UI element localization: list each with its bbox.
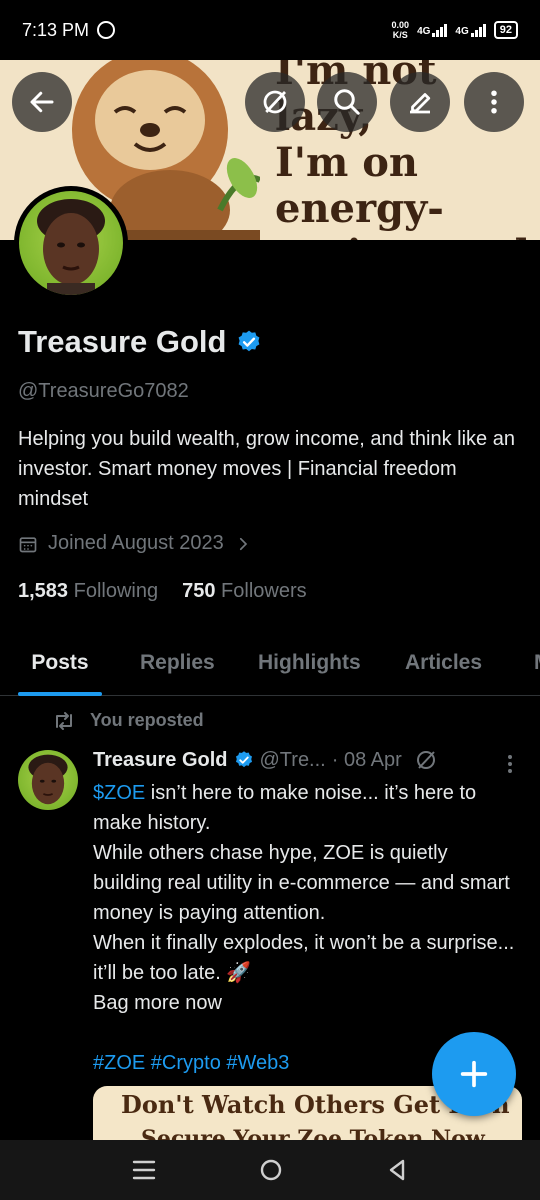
joined-row[interactable]: Joined August 2023 xyxy=(18,532,252,555)
tab-replies[interactable]: Replies xyxy=(140,636,215,696)
plus-icon xyxy=(460,1060,488,1088)
repost-indicator: You reposted xyxy=(52,710,204,731)
verified-badge-icon[interactable] xyxy=(236,329,262,355)
slogan-line: I'm on xyxy=(275,139,418,186)
grok-button[interactable] xyxy=(245,72,305,132)
tab-label: M xyxy=(534,651,540,674)
back-nav-icon[interactable] xyxy=(385,1157,409,1183)
following-count: 1,583 xyxy=(18,580,69,602)
grok-icon[interactable] xyxy=(414,748,438,772)
profile-name: Treasure Gold xyxy=(18,324,227,359)
search-button[interactable] xyxy=(317,72,377,132)
sim2-label: 4G xyxy=(455,25,469,37)
chevron-right-icon xyxy=(239,537,247,550)
post-text: $ZOE isn’t here to make noise... it’s he… xyxy=(93,778,518,1078)
network-speed-value: 0.00 xyxy=(391,20,410,30)
followers-label: Followers xyxy=(221,580,307,602)
back-arrow-icon xyxy=(30,91,54,113)
followers-link[interactable]: 750 Followers xyxy=(182,580,307,603)
more-button[interactable] xyxy=(464,72,524,132)
compose-button[interactable] xyxy=(432,1032,516,1116)
sim1-label: 4G xyxy=(417,25,431,37)
back-button[interactable] xyxy=(12,72,72,132)
repost-icon xyxy=(56,711,72,730)
network-speed: 0.00 K/S xyxy=(392,20,410,40)
home-icon[interactable] xyxy=(258,1157,284,1183)
calendar-icon xyxy=(19,536,37,552)
profile-bio: Helping you build wealth, grow income, a… xyxy=(18,428,515,510)
followers-count: 750 xyxy=(182,580,216,602)
tab-label: Articles xyxy=(405,651,483,674)
grok-icon xyxy=(263,90,287,114)
following-label: Following xyxy=(73,580,159,602)
tab-highlights[interactable]: Highlights xyxy=(258,636,361,696)
following-link[interactable]: 1,583 Following xyxy=(18,580,158,603)
slogan-line: saving mode xyxy=(275,232,540,241)
hashtags-link[interactable]: #ZOE #Crypto #Web3 xyxy=(93,1052,289,1074)
joined-date: Joined August 2023 xyxy=(48,532,224,554)
status-bar: 7:13 PM 0.00 K/S 4G 4G 92 xyxy=(0,0,540,60)
status-time: 7:13 PM xyxy=(22,19,90,40)
tab-label: Highlights xyxy=(258,651,361,674)
verified-badge-icon xyxy=(235,751,252,768)
search-icon xyxy=(334,89,360,115)
post-header: Treasure Gold @Tre... · 08 Apr xyxy=(93,748,438,772)
signal-sim2-icon: 4G xyxy=(455,23,486,37)
post-body-text: isn’t here to make noise... it’s here to… xyxy=(93,782,515,1014)
post-date: · 08 Apr xyxy=(331,748,402,771)
network-speed-unit: K/S xyxy=(392,30,408,40)
profile-name-row: Treasure Gold xyxy=(18,324,262,360)
tab-label: Replies xyxy=(140,651,215,674)
cashtag-link[interactable]: $ZOE xyxy=(93,782,145,804)
tab-posts[interactable]: Posts xyxy=(18,636,102,696)
tab-media[interactable]: M xyxy=(534,636,540,696)
battery-level: 92 xyxy=(499,24,512,36)
avatar-photo xyxy=(19,191,123,295)
profile-tabs: Posts Replies Highlights Articles M xyxy=(0,636,540,696)
post-author-handle[interactable]: @Tre... xyxy=(260,749,326,772)
tab-label: Posts xyxy=(31,651,89,674)
repost-label: You reposted xyxy=(90,710,204,730)
active-tab-indicator xyxy=(18,692,102,696)
system-nav-bar xyxy=(0,1140,540,1200)
tab-articles[interactable]: Articles xyxy=(405,636,482,696)
signal-sim1-icon: 4G xyxy=(417,23,448,37)
slogan-line: energy- xyxy=(275,185,444,232)
profile-avatar[interactable] xyxy=(14,186,128,300)
profile-handle: @TreasureGo7082 xyxy=(18,380,189,402)
edit-button[interactable] xyxy=(390,72,450,132)
whatsapp-icon xyxy=(97,21,116,39)
recent-apps-icon[interactable] xyxy=(131,1159,157,1181)
edit-icon xyxy=(410,93,431,114)
follow-stats: 1,583 Following 750 Followers xyxy=(18,580,307,603)
post-more-icon[interactable] xyxy=(500,752,520,776)
post-avatar[interactable] xyxy=(18,750,78,810)
more-vertical-icon xyxy=(491,90,497,114)
battery-icon: 92 xyxy=(493,21,518,39)
post-author-name[interactable]: Treasure Gold xyxy=(93,749,228,772)
